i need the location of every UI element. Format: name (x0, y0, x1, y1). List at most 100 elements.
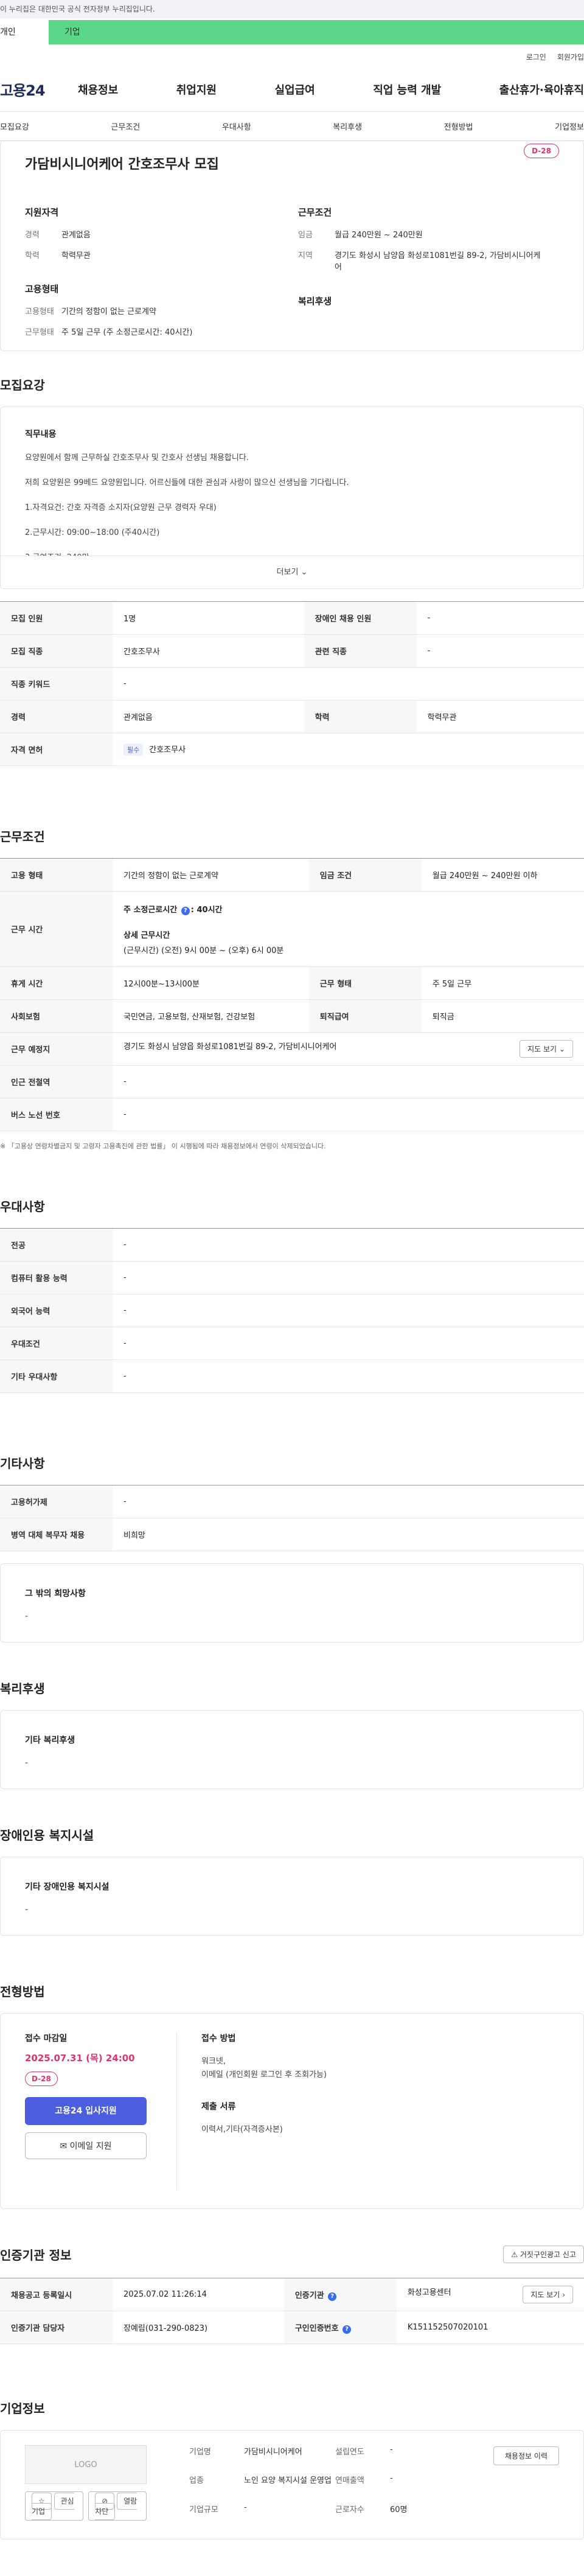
kv-value: 학력무관 (61, 251, 91, 260)
tab-recruit[interactable]: 모집요강 (0, 120, 29, 132)
section-title-company: 기업정보 (0, 2401, 45, 2416)
table-row: 근무 예정지 경기도 화성시 남양읍 화성로1081번길 89-2, 가담비시니… (0, 1032, 584, 1066)
table-row: 인증기관 담당자 장예림(031-290-0823) 구인인증번호 ? K151… (0, 2311, 584, 2344)
tab-apply[interactable]: 전형방법 (444, 120, 473, 132)
cell-key: 우대조건 (0, 1327, 113, 1360)
cell-key: 컴퓨터 활용 능력 (0, 1261, 113, 1294)
cell-value: 12시00분~13시00분 (113, 966, 309, 1000)
gov-banner: 이 누리집은 대한민국 공식 전자정부 누리집입니다. (0, 0, 584, 18)
desc-line: 1.자격요건: 간호 자격증 소지자(요양원 근무 경력자 우대) (25, 503, 217, 512)
cell-value: - (113, 1228, 584, 1262)
block-company-button[interactable]: ⊘ 열람차단 (88, 2491, 147, 2521)
work-time-detail-label: 상세 근무시간 (123, 930, 170, 940)
company-logo: LOGO (25, 2445, 147, 2484)
cell-key: 고용허가제 (0, 1485, 113, 1518)
gnb-item[interactable]: 직업 능력 개발 (373, 82, 441, 97)
cell-key: 학력 (304, 700, 417, 733)
info-value: 가담비시니어케어 (244, 2448, 302, 2457)
site-logo[interactable]: 고용24 (0, 79, 78, 100)
cell-value: 간호조무사 (113, 634, 304, 668)
cell-value: 장예림(031-290-0823) (113, 2311, 284, 2344)
kv-key: 고용형태 (25, 307, 54, 316)
other-wish-card: 그 밖의 희망사항 - (0, 1563, 584, 1642)
method-line: 워크넷, (201, 2057, 226, 2066)
cell-value: 주 5일 근무 (421, 966, 584, 1000)
cell-key: 근무 시간 (0, 891, 113, 967)
kv-key: 지역 (298, 251, 313, 260)
cell-value: 2025.07.02 11:26:14 (113, 2278, 284, 2311)
kv-value: 기간의 정함이 없는 근로계약 (61, 307, 156, 316)
org-map-button[interactable]: 지도 보기 › (523, 2286, 573, 2303)
cert-org-key: 인증기관 (294, 2291, 324, 2300)
summary-grid: 지원자격 경력 관계없음 학력 학력무관 고용형태 고용형태 기간의 정함이 없는 근… (25, 206, 571, 347)
work-table: 고용 형태 기간의 정함이 없는 근로계약 임금 조건 월급 240만원 ~ 2… (0, 858, 584, 1131)
cell-value: 월급 240만원 ~ 240만원 이하 (421, 858, 584, 892)
help-icon[interactable]: ? (342, 2325, 352, 2334)
table-row: 근무 시간 주 소정근로시간 ?: 40시간 상세 근무시간 (근무시간) (오… (0, 891, 584, 967)
docs-value: 이력서,기타(자격증사본) (201, 2125, 283, 2135)
info-key: 업종 (189, 2476, 204, 2486)
welfare-heading: 복리후생 (298, 295, 332, 307)
work-time-main: 주 소정근로시간 ?: 40시간 (123, 903, 573, 915)
cell-key: 경력 (0, 700, 113, 733)
email-apply-button[interactable]: ✉ 이메일 지원 (25, 2132, 147, 2159)
map-btn-label: 지도 보기 (527, 1045, 557, 1053)
map-btn-label: 지도 보기 (530, 2291, 560, 2299)
gnb-item[interactable]: 취업지원 (176, 82, 217, 97)
bottom-spacer (0, 2539, 584, 2576)
gnb-item[interactable]: 채용정보 (78, 82, 118, 97)
gnb-item[interactable]: 출산휴가·육아휴직 (499, 82, 584, 97)
cell-value: 기간의 정함이 없는 근로계약 (113, 858, 309, 892)
tab-work[interactable]: 근무조건 (111, 120, 140, 132)
table-row: 전공 - (0, 1228, 584, 1262)
tab-corp[interactable]: 기업 (49, 20, 584, 44)
info-value: 노인 요양 복지시설 운영업 (244, 2476, 332, 2486)
desc-line: 요양원에서 함께 근무하실 간호조무사 및 간호사 선생님 채용합니다. (25, 453, 249, 462)
cell-key: 고용 형태 (0, 858, 113, 892)
section-title-welfare: 복리후생 (0, 1681, 45, 1696)
disabled-label: 기타 장애인용 복지시설 (25, 1882, 109, 1892)
help-icon[interactable]: ? (181, 906, 190, 915)
kv-row: 경력 관계없음 (25, 229, 298, 242)
util-nav: 로그인 회원가입 (0, 46, 584, 67)
method-value: 워크넷, 이메일 (개인회원 로그인 후 조회가능) (201, 2055, 327, 2082)
job-description-card: 직무내용 요양원에서 함께 근무하실 간호조무사 및 간호사 선생님 채용합니다… (0, 407, 584, 589)
apply-left: 접수 마감일 2025.07.31 (목) 24:00 D-28 고용24 입사… (25, 2032, 177, 2190)
cell-key: 전공 (0, 1228, 113, 1262)
join-link[interactable]: 회원가입 (557, 52, 584, 62)
license-value: 간호조무사 (149, 745, 186, 755)
summary-left: 지원자격 경력 관계없음 학력 학력무관 고용형태 고용형태 기간의 정함이 없는 근… (25, 206, 298, 347)
section-title-disabled: 장애인용 복지시설 (0, 1828, 94, 1843)
tab-pref[interactable]: 우대사항 (222, 120, 251, 132)
gnb-item[interactable]: 실업급여 (275, 82, 315, 97)
login-link[interactable]: 로그인 (526, 52, 546, 62)
apply-button[interactable]: 고용24 입사지원 (25, 2097, 147, 2125)
kv-row: 고용형태 기간의 정함이 없는 근로계약 (25, 306, 298, 318)
kv-key: 경력 (25, 231, 40, 240)
report-fake-ad-button[interactable]: ⚠ 거짓구인광고 신고 (503, 2246, 584, 2263)
cell-value: - (416, 634, 584, 668)
help-icon[interactable]: ? (328, 2292, 337, 2301)
tab-welfare[interactable]: 복리후생 (333, 120, 362, 132)
recruit-history-button[interactable]: 채용정보 이력 (493, 2446, 559, 2465)
table-row: 버스 노선 번호 - (0, 1098, 584, 1131)
cell-value: 관계없음 (113, 700, 304, 733)
map-view-button[interactable]: 지도 보기 ⌄ (520, 1040, 573, 1058)
table-row: 기타 우대사항 - (0, 1360, 584, 1393)
report-btn-label: 거짓구인광고 신고 (520, 2250, 576, 2259)
tab-person[interactable]: 개인 (0, 20, 49, 44)
section-title-apply: 전형방법 (0, 1984, 45, 1999)
tab-company[interactable]: 기업정보 (555, 120, 584, 132)
kv-row: 학력 학력무관 (25, 250, 298, 262)
summary-card: 가담비시니어케어 간호조무사 모집 D-28 지원자격 경력 관계없음 학력 학력무… (0, 141, 584, 351)
cell-key: 근무 형태 (308, 966, 422, 1000)
more-button[interactable]: 더보기 ⌄ (1, 556, 583, 588)
cell-key: 휴게 시간 (0, 966, 113, 1000)
kv-value: 관계없음 (61, 231, 91, 240)
favorite-company-button[interactable]: ☆ 관심기업 (25, 2491, 84, 2521)
summary-right: 근무조건 임금 월급 240만원 ~ 240만원 지역 경기도 화성시 남양읍 화성… (298, 206, 571, 347)
job-title: 가담비시니어케어 간호조무사 모집 (25, 157, 219, 172)
chevron-down-icon: ⌄ (301, 568, 308, 577)
cell-key: 채용공고 등록일시 (0, 2278, 113, 2311)
welfare-value: - (25, 1758, 29, 1768)
